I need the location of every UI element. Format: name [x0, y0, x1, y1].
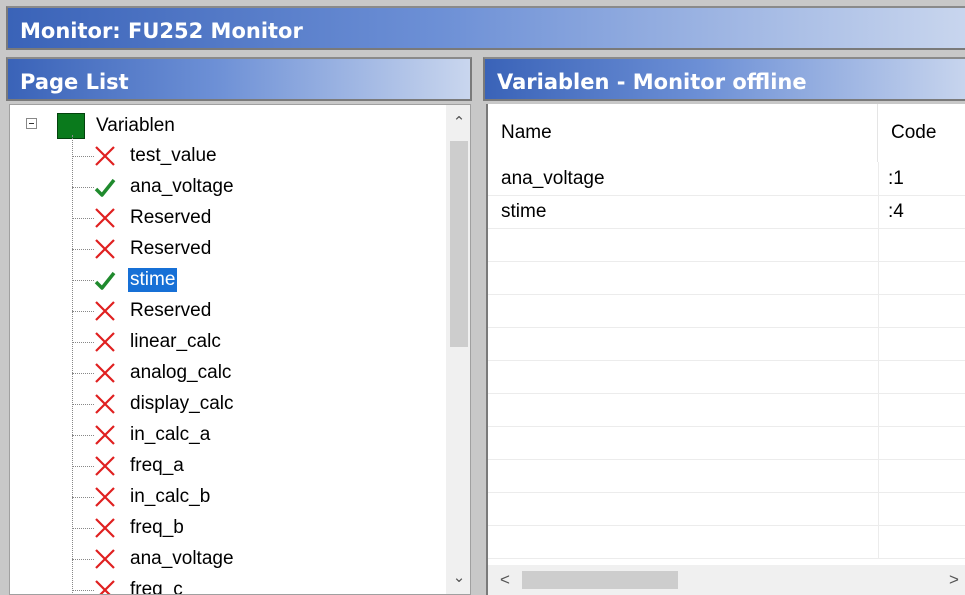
- table-row[interactable]: [488, 426, 965, 460]
- tree-item-label: in_calc_b: [130, 486, 211, 507]
- tree-item-label: in_calc_a: [130, 424, 211, 445]
- tree-item[interactable]: test_value: [10, 141, 440, 172]
- column-divider: [878, 195, 879, 228]
- cell-code: :4: [888, 201, 904, 222]
- monitor-panel-header: Variablen - Monitor offline: [483, 57, 965, 101]
- monitor-grid: Name Code ana_voltage :1 stime :4 < >: [486, 104, 965, 595]
- error-x-icon: [94, 144, 116, 168]
- page-list-title: Page List: [20, 70, 129, 94]
- column-divider: [878, 294, 879, 327]
- error-x-icon: [94, 485, 116, 509]
- error-x-icon: [94, 578, 116, 594]
- tree-item[interactable]: Reserved: [10, 203, 440, 234]
- table-row[interactable]: [488, 525, 965, 559]
- cell-name: stime: [501, 201, 547, 222]
- folder-icon: [57, 113, 85, 139]
- cell-code: :1: [888, 168, 904, 189]
- tree-item[interactable]: freq_c: [10, 575, 440, 595]
- tree-item[interactable]: in_calc_a: [10, 420, 440, 451]
- tree-root-variablen[interactable]: Variablen: [96, 115, 175, 137]
- column-divider: [878, 327, 879, 360]
- tree-item[interactable]: Reserved: [10, 296, 440, 327]
- cell-name: ana_voltage: [501, 168, 605, 189]
- column-header-code[interactable]: Code: [878, 104, 965, 162]
- error-x-icon: [94, 454, 116, 478]
- checkmark-icon: [94, 268, 116, 292]
- table-row[interactable]: [488, 459, 965, 493]
- tree-item-label: Reserved: [130, 238, 212, 259]
- table-row[interactable]: stime :4: [488, 195, 965, 229]
- table-row[interactable]: [488, 228, 965, 262]
- tree-item[interactable]: display_calc: [10, 389, 440, 420]
- error-x-icon: [94, 423, 116, 447]
- error-x-icon: [94, 361, 116, 385]
- column-divider: [878, 162, 879, 195]
- tree-item-label: test_value: [130, 145, 217, 166]
- tree-item[interactable]: ana_voltage: [10, 172, 440, 203]
- table-row[interactable]: [488, 327, 965, 361]
- monitor-panel-title: Variablen - Monitor offline: [497, 70, 807, 94]
- tree-item-label: freq_b: [130, 517, 184, 538]
- scroll-up-icon[interactable]: ⌃: [446, 109, 470, 137]
- table-row[interactable]: [488, 261, 965, 295]
- tree-item-label: stime: [128, 268, 178, 292]
- error-x-icon: [94, 206, 116, 230]
- tree-item[interactable]: analog_calc: [10, 358, 440, 389]
- error-x-icon: [94, 237, 116, 261]
- tree-item-label: display_calc: [130, 393, 234, 414]
- tree-item[interactable]: stime: [10, 265, 440, 296]
- scroll-thumb[interactable]: [450, 141, 468, 347]
- horizontal-scrollbar[interactable]: < >: [488, 565, 965, 595]
- column-divider: [878, 426, 879, 459]
- checkmark-icon: [94, 175, 116, 199]
- tree-item[interactable]: ana_voltage: [10, 544, 440, 575]
- column-divider: [878, 525, 879, 558]
- table-row[interactable]: [488, 294, 965, 328]
- tree-item[interactable]: freq_b: [10, 513, 440, 544]
- tree-item-label: ana_voltage: [130, 548, 234, 569]
- collapse-icon[interactable]: [26, 118, 37, 129]
- error-x-icon: [94, 516, 116, 540]
- table-row[interactable]: [488, 393, 965, 427]
- error-x-icon: [94, 392, 116, 416]
- error-x-icon: [94, 299, 116, 323]
- column-divider: [878, 360, 879, 393]
- window-title-bar: Monitor: FU252 Monitor: [6, 6, 965, 50]
- table-row[interactable]: [488, 360, 965, 394]
- scroll-right-icon[interactable]: >: [941, 565, 965, 595]
- tree-item-label: freq_a: [130, 455, 184, 476]
- scroll-left-icon[interactable]: <: [492, 565, 518, 595]
- error-x-icon: [94, 547, 116, 571]
- column-divider: [878, 492, 879, 525]
- table-row[interactable]: ana_voltage :1: [488, 162, 965, 196]
- scroll-down-icon[interactable]: ⌄: [446, 564, 470, 592]
- tree-item[interactable]: freq_a: [10, 451, 440, 482]
- column-divider: [878, 228, 879, 261]
- tree-item-label: analog_calc: [130, 362, 232, 383]
- tree-item-label: Reserved: [130, 300, 212, 321]
- column-divider: [878, 393, 879, 426]
- table-row[interactable]: [488, 492, 965, 526]
- column-divider: [878, 459, 879, 492]
- tree-item-label: linear_calc: [130, 331, 221, 352]
- tree-item-label: freq_c: [130, 579, 183, 595]
- vertical-scrollbar[interactable]: ⌃ ⌄: [446, 105, 470, 594]
- tree-item-label: Reserved: [130, 207, 212, 228]
- column-header-name[interactable]: Name: [488, 104, 878, 162]
- page-list-tree[interactable]: Variablen test_value ana_voltage Reserved R…: [9, 104, 471, 595]
- tree-item-label: ana_voltage: [130, 176, 234, 197]
- column-divider: [878, 261, 879, 294]
- tree-item[interactable]: linear_calc: [10, 327, 440, 358]
- page-list-header: Page List: [6, 57, 472, 101]
- tree-item[interactable]: Reserved: [10, 234, 440, 265]
- error-x-icon: [94, 330, 116, 354]
- window-title: Monitor: FU252 Monitor: [20, 19, 303, 43]
- tree-item[interactable]: in_calc_b: [10, 482, 440, 513]
- scroll-thumb-horizontal[interactable]: [522, 571, 678, 589]
